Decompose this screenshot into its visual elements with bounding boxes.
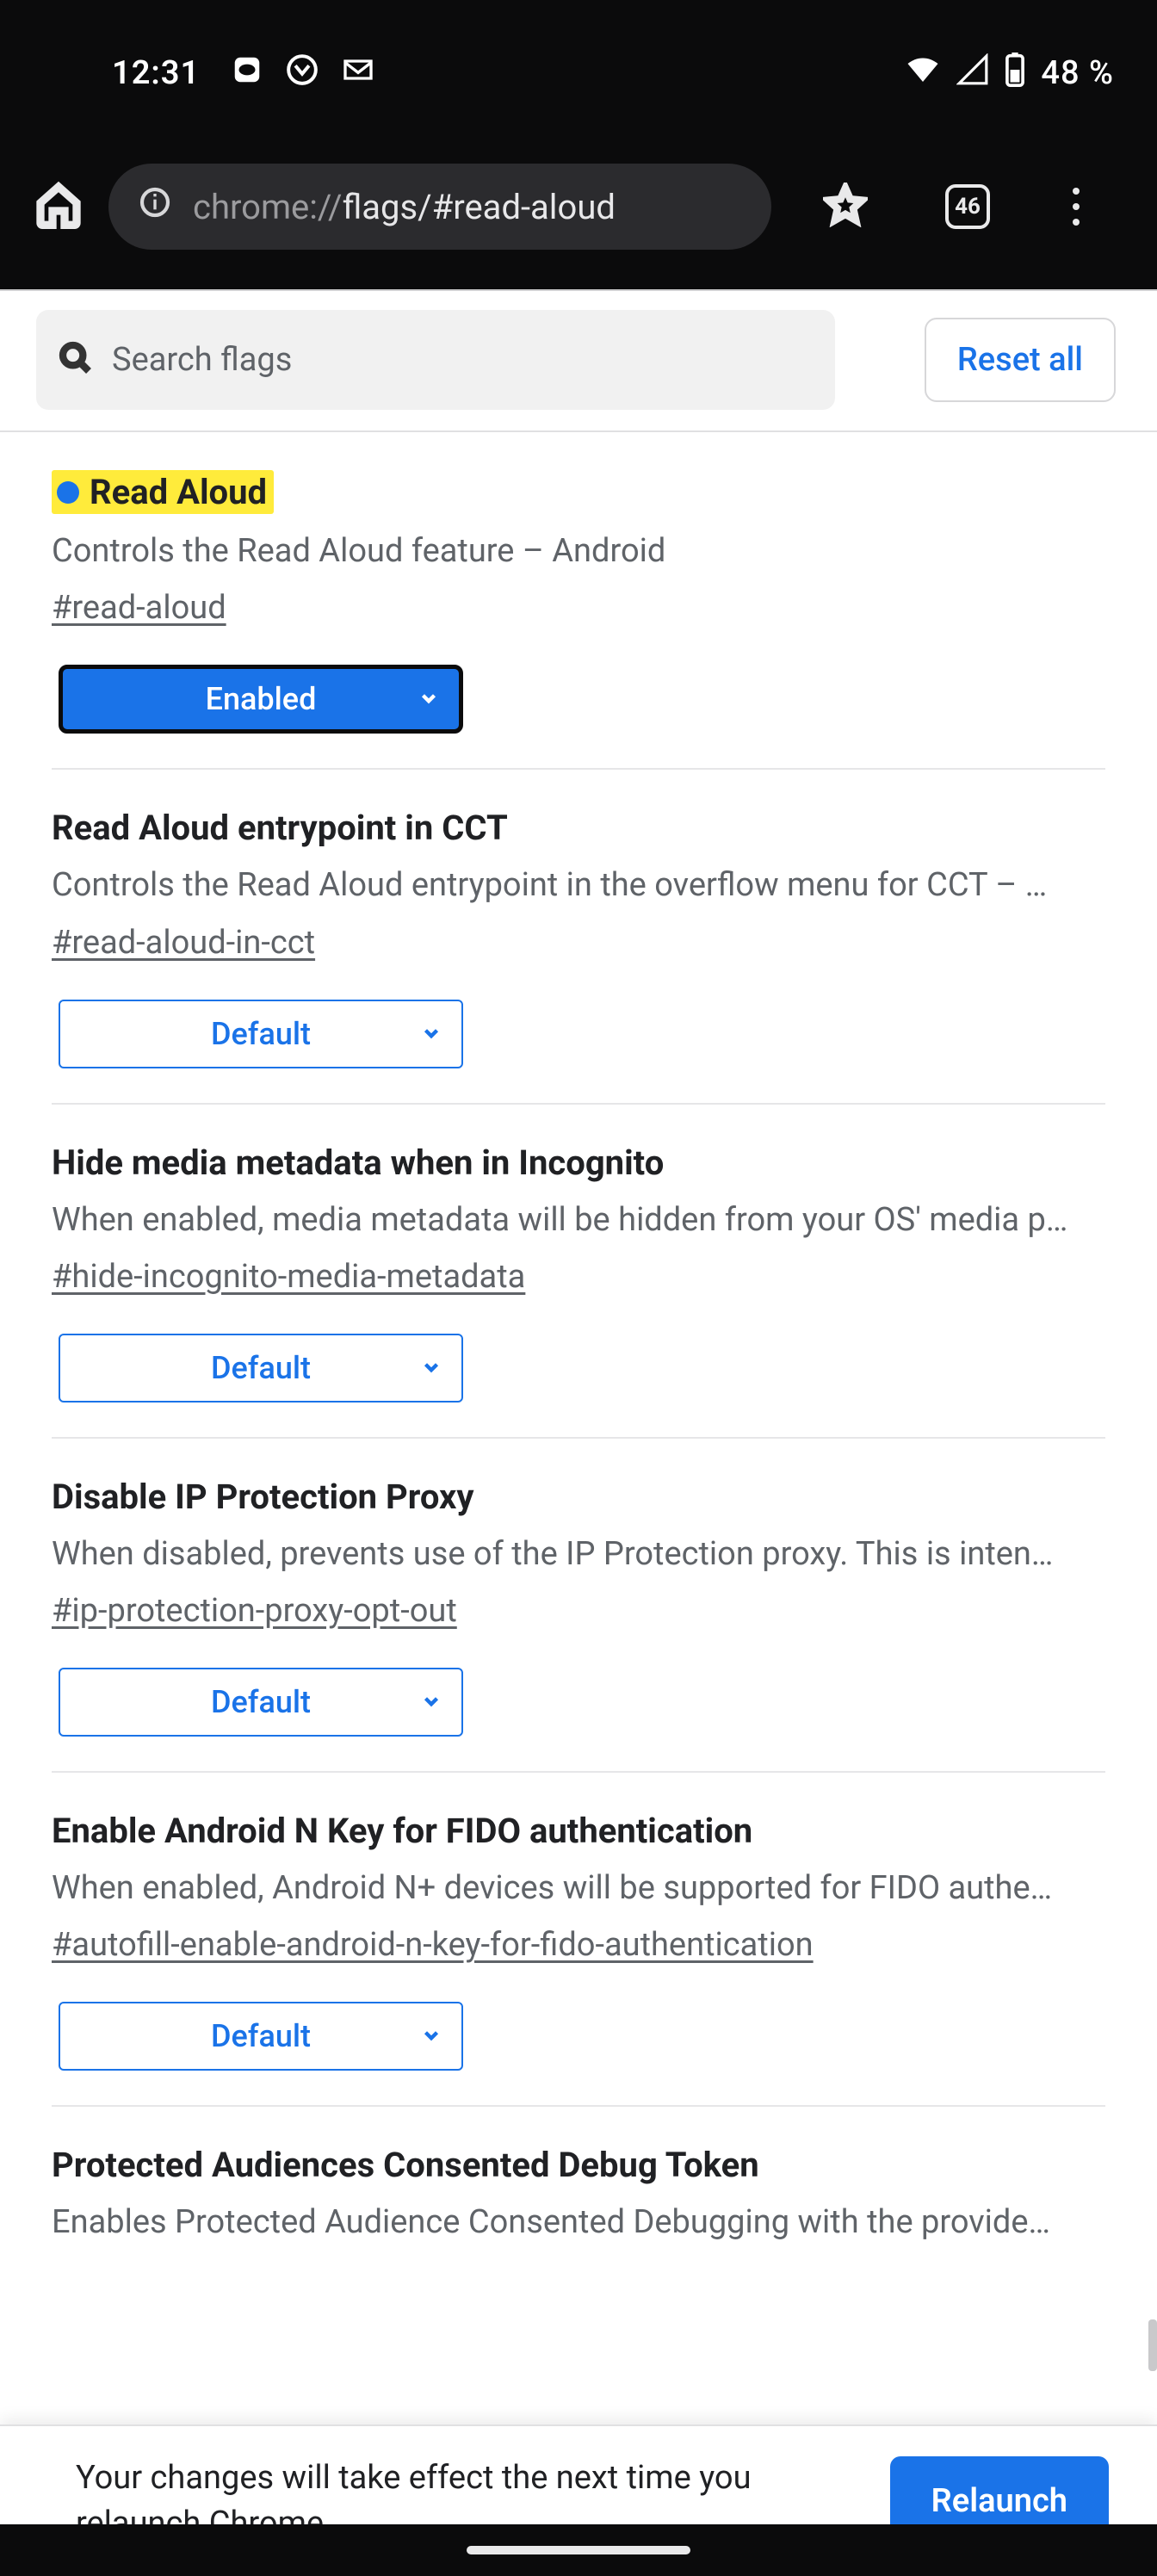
gesture-pill[interactable] [467,2546,690,2554]
notif-gmail-icon [341,53,375,95]
flag-select-value: Default [211,2018,311,2054]
flag-select-value: Default [211,1350,311,1386]
chevron-down-icon [420,1016,442,1052]
flag-select[interactable]: Default [59,2002,463,2071]
signal-icon [956,53,989,94]
flag-item: Disable IP Protection Proxy When disable… [52,1439,1105,1773]
url-bar[interactable]: chrome://flags/#read-aloud [108,164,771,250]
chevron-down-icon [420,2018,442,2054]
flag-item: Read Aloud entrypoint in CCT Controls th… [52,770,1105,1104]
search-box[interactable] [36,310,835,410]
reset-all-button[interactable]: Reset all [925,318,1116,402]
tab-count: 46 [955,194,981,220]
flag-anchor-link[interactable]: #hide-incognito-media-metadata [52,1258,525,1296]
wifi-icon [905,52,941,96]
notif-sync-icon [286,53,319,94]
flag-description: When disabled, prevents use of the IP Pr… [52,1533,1105,1576]
flag-title-highlighted: Read Aloud [52,470,274,514]
flag-item: Hide media metadata when in Incognito Wh… [52,1105,1105,1439]
flag-title: Hide media metadata when in Incognito [52,1142,664,1183]
flag-anchor-link[interactable]: #read-aloud-in-cct [52,924,315,962]
browser-toolbar: chrome://flags/#read-aloud 46 [0,155,1157,258]
flag-description: When enabled, media metadata will be hid… [52,1198,1105,1242]
flag-title: Disable IP Protection Proxy [52,1477,474,1517]
flag-select[interactable]: Default [59,1000,463,1068]
tab-switcher-button[interactable]: 46 [945,184,990,229]
bookmark-button[interactable] [823,183,868,231]
scrollbar-thumb[interactable] [1148,2319,1157,2371]
url-host: flags/ [343,187,432,227]
flag-anchor-link[interactable]: #read-aloud [52,589,226,627]
chevron-down-icon [420,1350,442,1386]
home-button[interactable] [34,181,83,232]
flag-item: Protected Audiences Consented Debug Toke… [52,2107,1105,2245]
flags-page: Reset all Read Aloud Controls the Read A… [0,289,1157,2245]
flag-select[interactable]: Default [59,1668,463,1737]
notif-app-icon [231,53,263,94]
search-row: Reset all [0,291,1157,432]
status-clock: 12:31 [112,54,200,92]
modified-dot-icon [57,481,79,504]
flag-select-value: Default [211,1016,311,1052]
flag-title: Read Aloud [90,472,267,512]
url-text: chrome://flags/#read-aloud [193,187,616,227]
flag-select-value: Enabled [206,681,317,717]
battery-icon [1005,53,1025,95]
url-fragment: #read-aloud [432,187,616,227]
url-scheme: chrome:// [193,187,343,227]
battery-percent: 48 % [1041,54,1114,92]
flag-description: Controls the Read Aloud entrypoint in th… [52,864,1105,907]
status-right: 48 % [905,52,1114,96]
site-info-icon[interactable] [138,185,172,228]
flag-title: Protected Audiences Consented Debug Toke… [52,2145,759,2185]
flag-title: Read Aloud entrypoint in CCT [52,808,508,848]
flag-select-value: Default [211,1684,311,1720]
system-navigation-bar [0,2524,1157,2576]
device-chrome-region: 12:31 48 % [0,0,1157,289]
flag-anchor-link[interactable]: #autofill-enable-android-n-key-for-fido-… [52,1926,814,1964]
search-icon [59,341,93,379]
flags-list: Read Aloud Controls the Read Aloud featu… [0,432,1157,2245]
flag-anchor-link[interactable]: #ip-protection-proxy-opt-out [52,1592,457,1630]
search-input[interactable] [112,341,813,379]
flag-description: Enables Protected Audience Consented Deb… [52,2201,1105,2245]
flag-description: When enabled, Android N+ devices will be… [52,1867,1105,1910]
chevron-down-icon [418,681,440,717]
chevron-down-icon [420,1684,442,1720]
flag-title: Enable Android N Key for FIDO authentica… [52,1811,752,1851]
flag-item: Read Aloud Controls the Read Aloud featu… [52,432,1105,770]
status-left: 12:31 [112,53,375,95]
status-bar: 12:31 48 % [0,43,1157,103]
overflow-menu-button[interactable] [1067,183,1085,231]
flag-description: Controls the Read Aloud feature – Androi… [52,529,1105,573]
flag-select[interactable]: Enabled [59,665,463,734]
flag-item: Enable Android N Key for FIDO authentica… [52,1773,1105,2107]
flag-select[interactable]: Default [59,1334,463,1403]
